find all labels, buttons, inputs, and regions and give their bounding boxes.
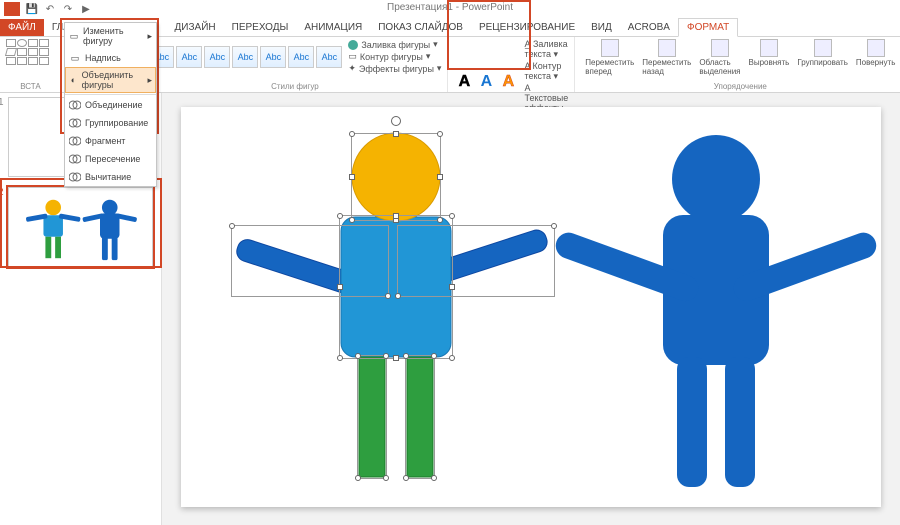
tab-review[interactable]: РЕЦЕНЗИРОВАНИЕ [471, 19, 583, 36]
selection-pane-icon [711, 39, 729, 57]
rotate-handle[interactable] [391, 116, 401, 126]
edit-shape-icon: ▭ [69, 30, 79, 42]
dd-text-box[interactable]: ▭Надпись [65, 49, 156, 67]
group-icon [814, 39, 832, 57]
dd-edit-shape[interactable]: ▭Изменить фигуру ▸ [65, 23, 156, 49]
outline-icon: ▭ [348, 51, 357, 62]
merge-shapes-dropdown: ▭Изменить фигуру ▸ ▭Надпись ◐Объединить … [64, 22, 157, 187]
group-button[interactable]: Группировать [793, 39, 852, 67]
group-label-arrange: Упорядочение [581, 82, 899, 92]
wordart-style-3[interactable]: A [498, 72, 518, 92]
dd-intersect[interactable]: Пересечение [65, 150, 156, 168]
selection-leg-right[interactable] [405, 355, 435, 479]
wordart-style-2[interactable]: A [476, 72, 496, 92]
merge-icon: ◐ [69, 74, 78, 86]
send-backward-button[interactable]: Переместить назад [638, 39, 695, 76]
align-icon [760, 39, 778, 57]
thumbnail-preview [9, 188, 152, 266]
dd-merge-shapes[interactable]: ◐Объединить фигуры ▸ [65, 67, 156, 93]
group-label-shape-styles: Стили фигур [148, 82, 441, 92]
wordart-gallery[interactable]: A A A [454, 72, 518, 92]
tab-view[interactable]: ВИД [583, 19, 620, 36]
text-effects-icon: A [524, 83, 530, 93]
slide-number-2: 2 [0, 187, 4, 198]
tab-design[interactable]: ДИЗАЙН [167, 19, 224, 36]
dd-subtract[interactable]: Вычитание [65, 168, 156, 186]
shape-outline-button[interactable]: ▭Контур фигуры ▾ [348, 51, 441, 62]
shapes-gallery[interactable] [6, 39, 56, 65]
bring-forward-icon [601, 39, 619, 57]
tab-acrobat[interactable]: ACROBA [620, 19, 678, 36]
titlebar: 💾 ↶ ↷ ▶ Презентация1 - PowerPoint [0, 0, 900, 18]
tab-transitions[interactable]: ПЕРЕХОДЫ [224, 19, 297, 36]
combine-icon [69, 117, 81, 129]
subtract-icon [69, 171, 81, 183]
dd-union[interactable]: Объединение [65, 96, 156, 114]
fill-icon [348, 40, 358, 50]
union-icon [69, 99, 81, 111]
selection-head[interactable] [351, 133, 441, 221]
align-button[interactable]: Выровнять [745, 39, 794, 67]
text-fill-button[interactable]: A̲ Заливка текста ▾ [524, 39, 568, 60]
shape-effects-button[interactable]: ✦Эффекты фигуры ▾ [348, 63, 441, 74]
rotate-icon [867, 39, 885, 57]
slide-number-1: 1 [0, 97, 4, 108]
group-label-insert: ВСТА [6, 82, 55, 92]
tab-file[interactable]: ФАЙЛ [0, 19, 44, 36]
slide-thumbnail-2[interactable] [8, 187, 153, 267]
document-title: Презентация1 - PowerPoint [0, 2, 900, 13]
rotate-button[interactable]: Повернуть [852, 39, 900, 67]
selection-arm-left[interactable] [231, 225, 389, 297]
text-fill-icon: A̲ [524, 39, 530, 49]
intersect-icon [69, 153, 81, 165]
text-outline-icon: A [524, 61, 530, 71]
slide-canvas-area [162, 93, 900, 525]
ribbon-group-wordart: A A A A̲ Заливка текста ▾ A Контур текст… [448, 37, 575, 92]
slide-canvas[interactable] [181, 107, 881, 507]
shape-fill-button[interactable]: Заливка фигуры ▾ [348, 39, 441, 50]
ribbon-group-shape-styles: Abc Abc Abc Abc Abc Abc Abc Заливка фигу… [142, 37, 448, 92]
effects-icon: ✦ [348, 63, 356, 74]
wordart-style-1[interactable]: A [454, 72, 474, 92]
tab-animation[interactable]: АНИМАЦИЯ [296, 19, 370, 36]
shape-merged-person[interactable] [552, 135, 880, 487]
selection-pane-button[interactable]: Область выделения [695, 39, 744, 76]
ribbon-group-shapes-gallery: ВСТА [0, 37, 62, 92]
tab-slideshow[interactable]: ПОКАЗ СЛАЙДОВ [370, 19, 471, 36]
send-backward-icon [658, 39, 676, 57]
slide-content [181, 107, 881, 507]
fragment-icon [69, 135, 81, 147]
dd-combine[interactable]: Группирование [65, 114, 156, 132]
selection-leg-left[interactable] [357, 355, 387, 479]
text-outline-button[interactable]: A Контур текста ▾ [524, 61, 568, 82]
dd-fragment[interactable]: Фрагмент [65, 132, 156, 150]
text-box-icon: ▭ [69, 52, 81, 64]
selection-arm-right[interactable] [397, 225, 555, 297]
ribbon-group-arrange: Переместить вперед Переместить назад Обл… [575, 37, 900, 92]
tab-format[interactable]: ФОРМАТ [678, 18, 738, 37]
bring-forward-button[interactable]: Переместить вперед [581, 39, 638, 76]
shape-style-gallery[interactable]: Abc Abc Abc Abc Abc Abc Abc [148, 46, 342, 68]
